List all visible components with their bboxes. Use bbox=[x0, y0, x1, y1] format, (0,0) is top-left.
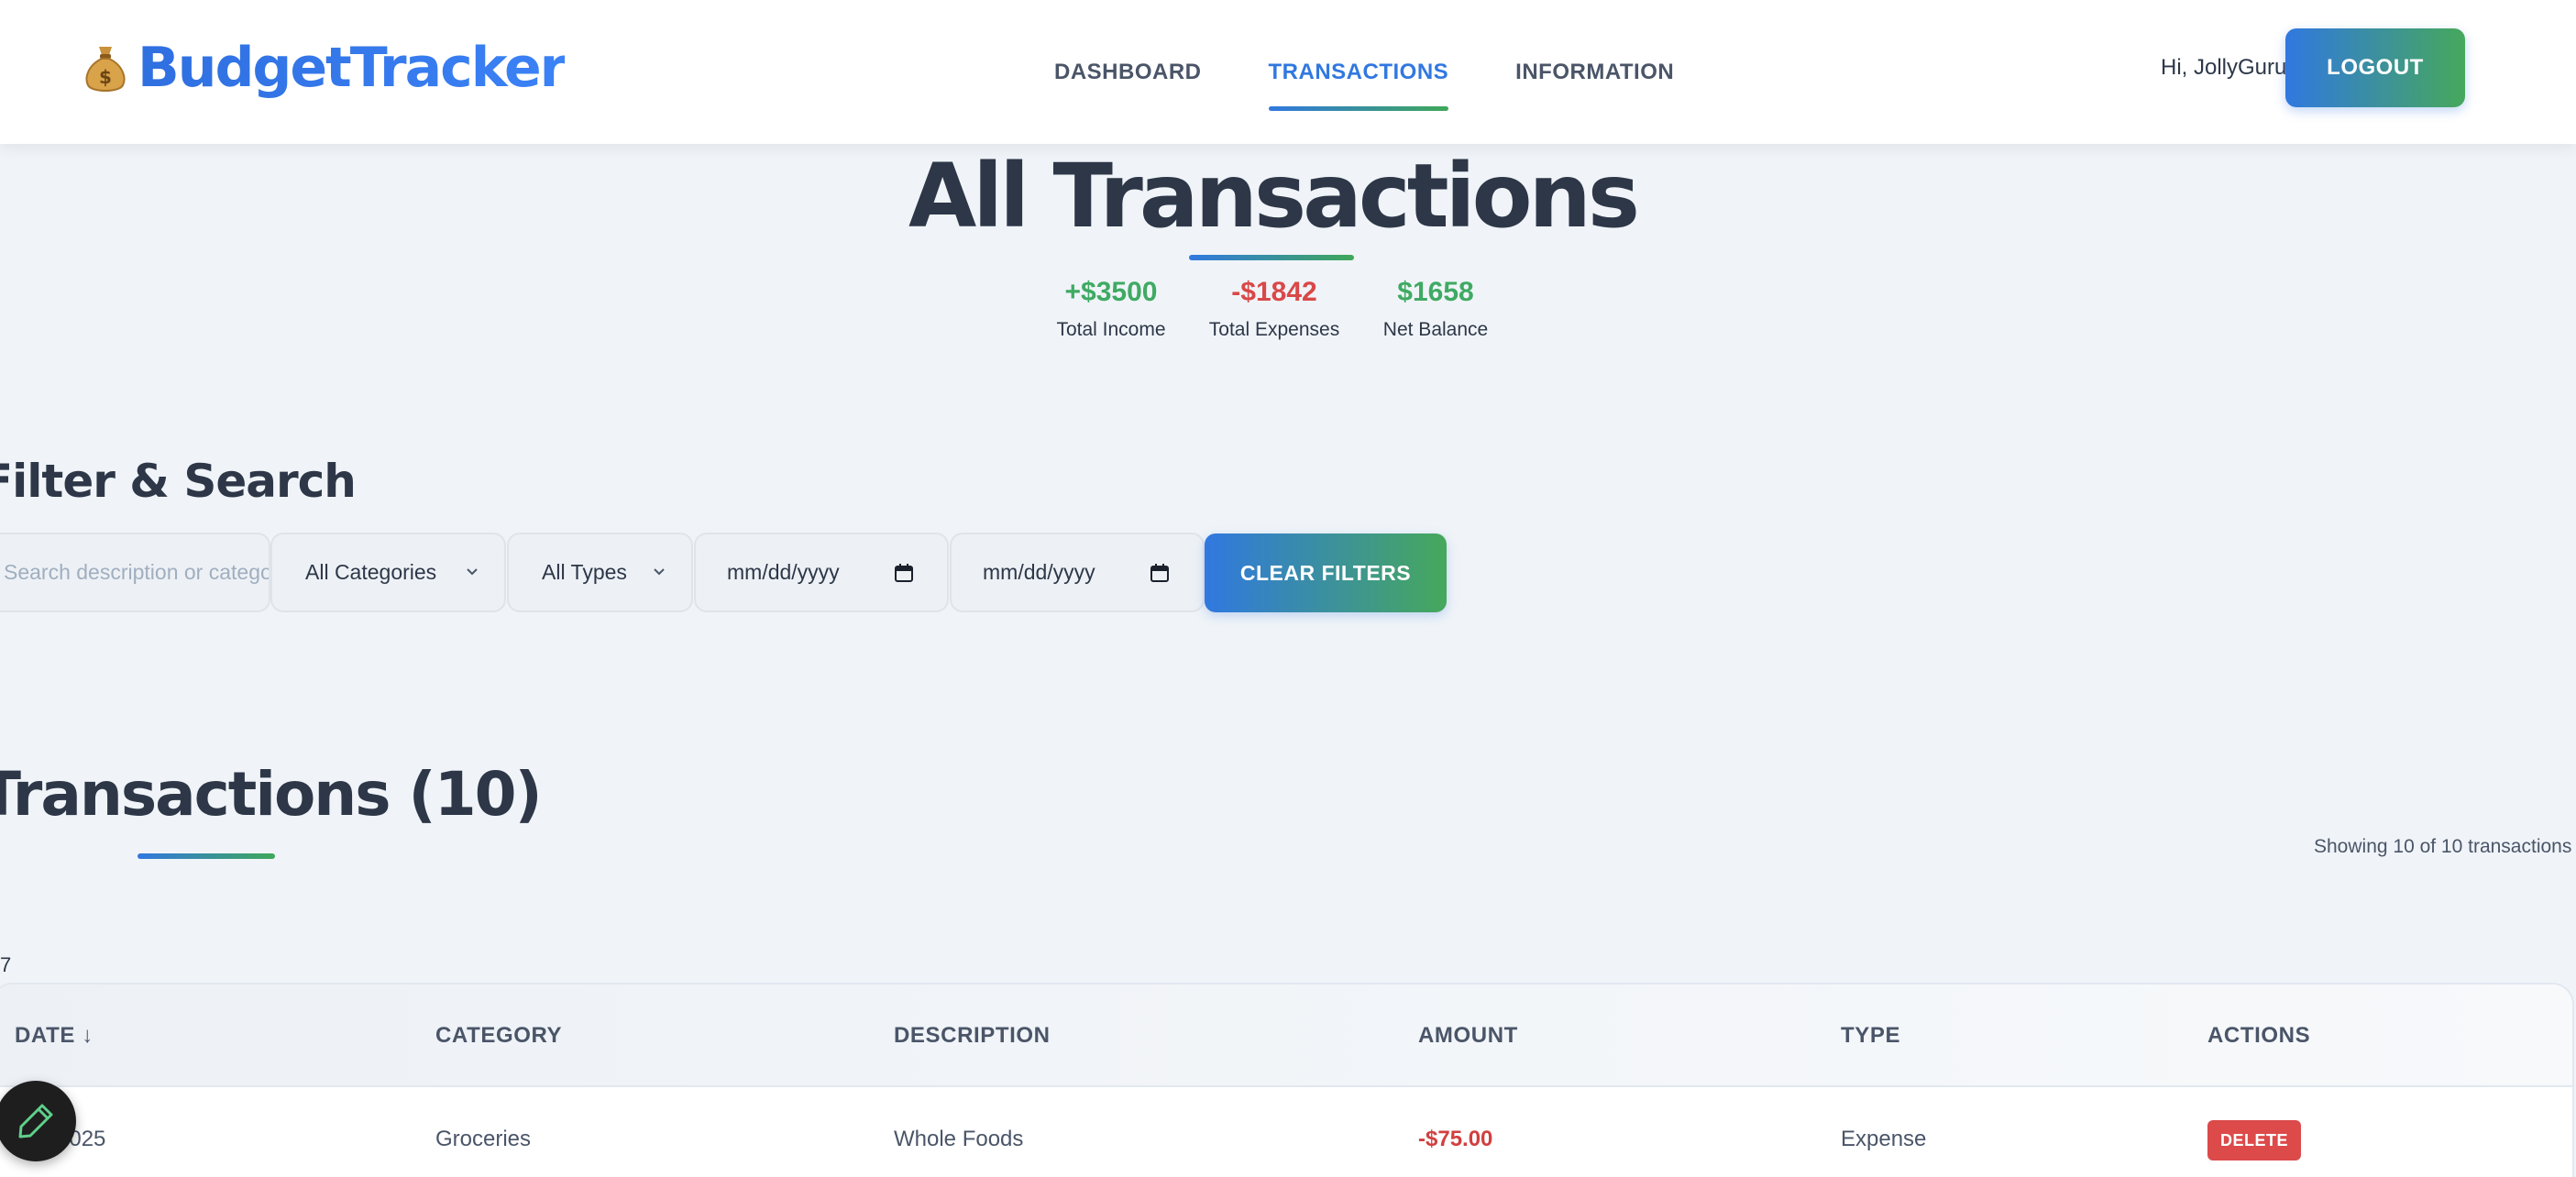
column-header-amount[interactable]: AMOUNT bbox=[1418, 1023, 1518, 1049]
section-underline bbox=[138, 853, 275, 859]
type-select[interactable]: All Types bbox=[507, 533, 693, 612]
pencil-icon bbox=[18, 1104, 53, 1138]
transactions-section-title: Transactions (10) bbox=[0, 759, 543, 830]
calendar-icon[interactable] bbox=[894, 563, 914, 583]
stat-income-value: +$3500 bbox=[1064, 277, 1158, 307]
filter-section-title: Filter & Search bbox=[0, 455, 357, 508]
stat-income-label: Total Income bbox=[1056, 319, 1166, 340]
stat-total-expenses: -$1842 Total Expenses bbox=[1201, 277, 1348, 341]
row-category: Groceries bbox=[435, 1127, 532, 1151]
search-input[interactable]: Search description or category bbox=[0, 533, 270, 612]
results-count: Showing 10 of 10 transactions bbox=[2314, 836, 2572, 857]
column-header-category[interactable]: CATEGORY bbox=[435, 1023, 562, 1049]
type-select-value: All Types bbox=[542, 560, 627, 584]
clear-filters-button[interactable]: CLEAR FILTERS bbox=[1205, 534, 1447, 612]
row-type: Expense bbox=[1841, 1127, 1927, 1151]
stat-balance-label: Net Balance bbox=[1382, 319, 1489, 340]
end-date-placeholder: mm/dd/yyyy bbox=[983, 560, 1095, 584]
row-amount: -$75.00 bbox=[1418, 1127, 1493, 1151]
stat-total-income: +$3500 Total Income bbox=[1045, 277, 1177, 341]
nav-dashboard[interactable]: DASHBOARD bbox=[1054, 60, 1202, 85]
calendar-icon[interactable] bbox=[1150, 563, 1170, 583]
end-date-input[interactable]: mm/dd/yyyy bbox=[950, 533, 1205, 612]
start-date-placeholder: mm/dd/yyyy bbox=[727, 560, 840, 584]
logout-button[interactable]: LOGOUT bbox=[2285, 28, 2465, 107]
stat-balance-value: $1658 bbox=[1397, 277, 1474, 307]
category-select-value: All Categories bbox=[305, 560, 437, 584]
transactions-table: DATE ↓ CATEGORY DESCRIPTION AMOUNT TYPE … bbox=[0, 983, 2574, 1177]
delete-button[interactable]: DELETE bbox=[2207, 1120, 2301, 1160]
brand-name: BudgetTracker bbox=[138, 36, 567, 100]
category-select[interactable]: All Categories bbox=[270, 533, 506, 612]
main-nav: DASHBOARD TRANSACTIONS INFORMATION bbox=[1054, 0, 1741, 144]
svg-text:$: $ bbox=[99, 66, 112, 88]
chevron-down-icon bbox=[467, 568, 478, 576]
start-date-input[interactable]: mm/dd/yyyy bbox=[694, 533, 949, 612]
page-title: All Transactions bbox=[908, 145, 1640, 248]
title-underline bbox=[1189, 255, 1354, 260]
money-bag-icon: $ bbox=[84, 41, 127, 94]
user-greeting: Hi, JollyGuru bbox=[2161, 55, 2287, 80]
column-header-date[interactable]: DATE ↓ bbox=[15, 1023, 94, 1049]
stat-expenses-value: -$1842 bbox=[1231, 277, 1317, 307]
stat-net-balance: $1658 Net Balance bbox=[1375, 277, 1496, 341]
search-placeholder: Search description or category bbox=[4, 560, 270, 584]
stat-expenses-label: Total Expenses bbox=[1208, 319, 1340, 340]
top-navbar: $ BudgetTracker DASHBOARD TRANSACTIONS I… bbox=[0, 0, 2576, 144]
nav-information[interactable]: INFORMATION bbox=[1515, 60, 1674, 85]
table-header: DATE ↓ CATEGORY DESCRIPTION AMOUNT TYPE … bbox=[0, 984, 2572, 1087]
column-header-type[interactable]: TYPE bbox=[1841, 1023, 1900, 1049]
nav-transactions[interactable]: TRANSACTIONS bbox=[1268, 60, 1449, 111]
row-description: Whole Foods bbox=[894, 1127, 1024, 1151]
chevron-down-icon bbox=[654, 568, 665, 576]
column-header-actions: ACTIONS bbox=[2207, 1023, 2311, 1048]
stray-text: 7 bbox=[0, 953, 12, 976]
column-header-description[interactable]: DESCRIPTION bbox=[894, 1023, 1051, 1049]
brand-logo[interactable]: $ BudgetTracker bbox=[84, 35, 567, 101]
